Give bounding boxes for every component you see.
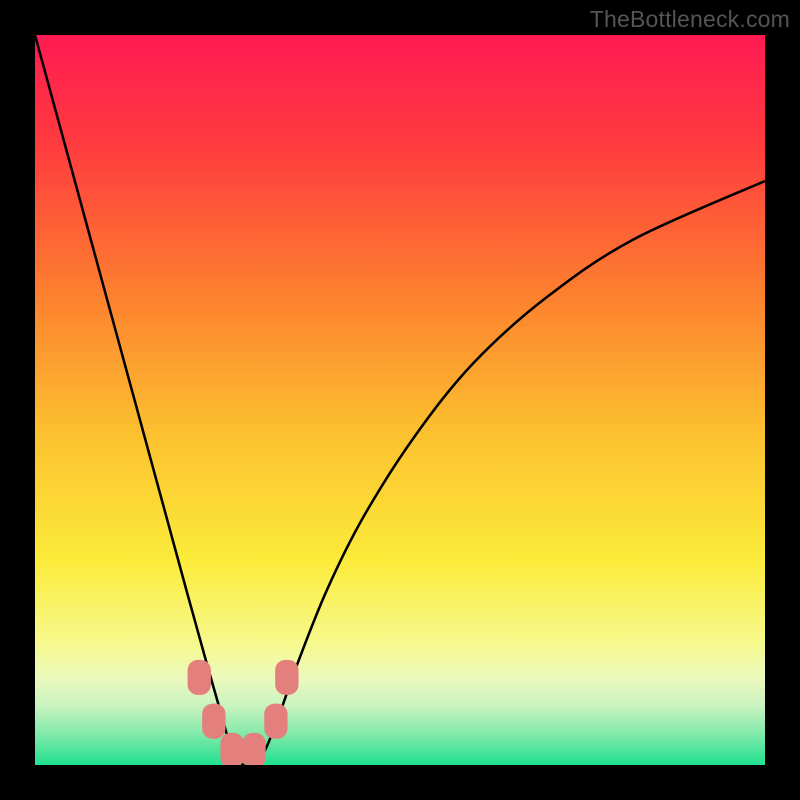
curve-marker [188,660,211,695]
curve-markers [188,660,299,765]
bottleneck-curve [35,35,765,765]
curve-layer [35,35,765,765]
chart-container: TheBottleneck.com [0,0,800,800]
curve-marker [242,733,265,765]
curve-marker [275,660,298,695]
plot-area [35,35,765,765]
watermark-text: TheBottleneck.com [590,6,790,33]
curve-marker [220,733,243,765]
curve-marker [202,704,225,739]
curve-marker [264,704,287,739]
